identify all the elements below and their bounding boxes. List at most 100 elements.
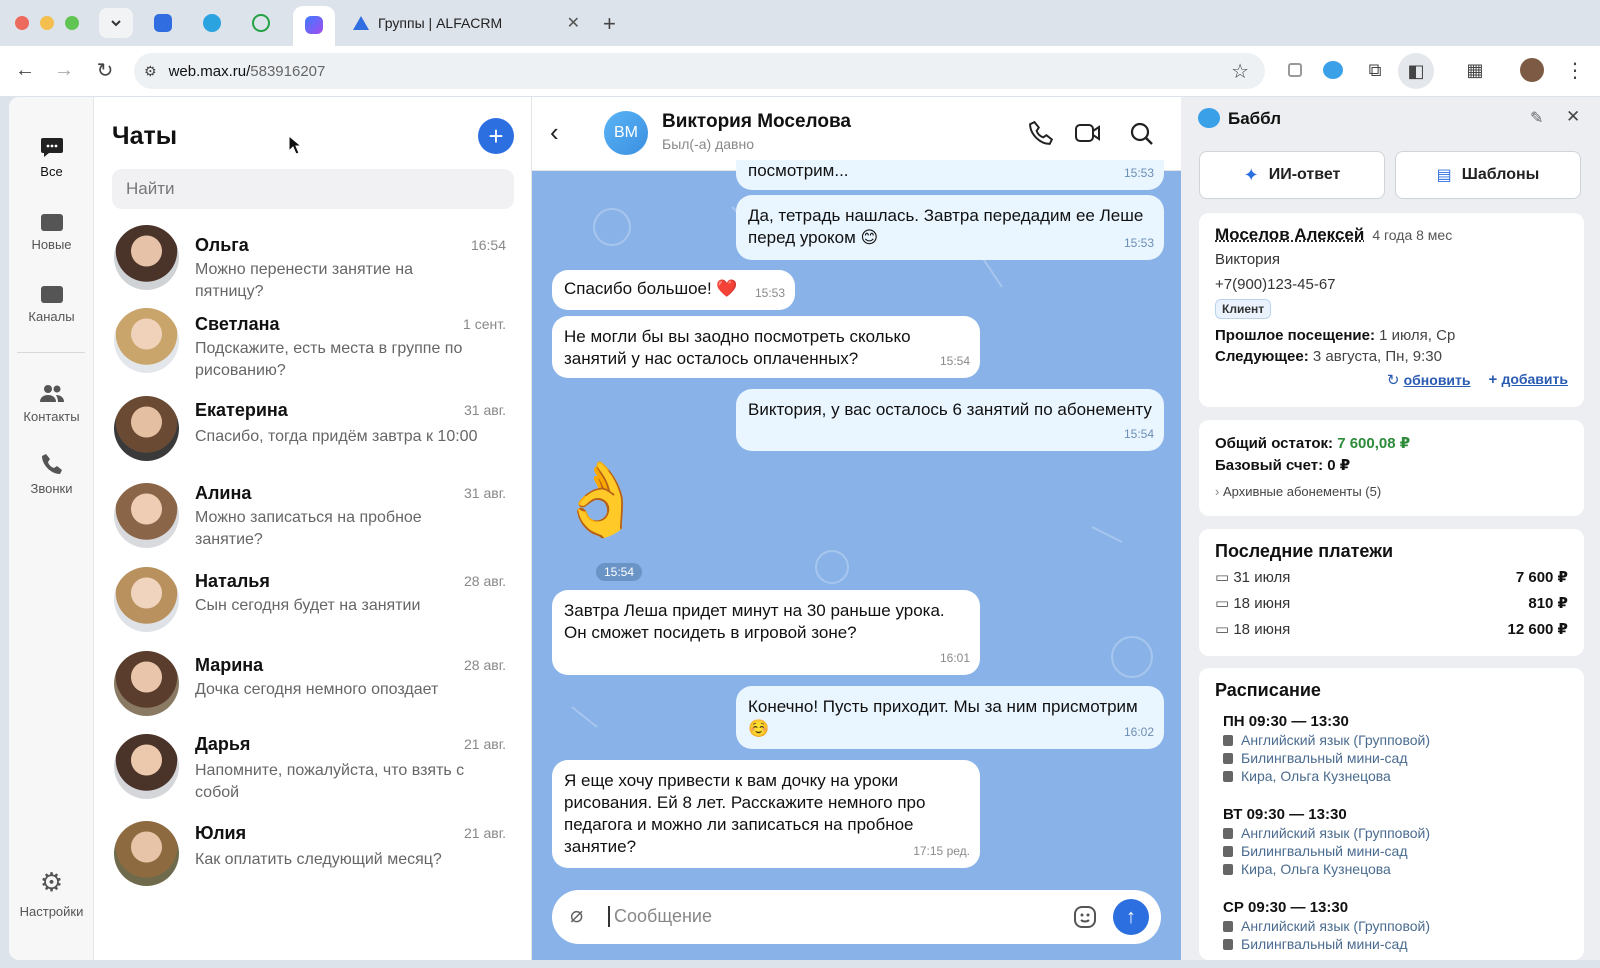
rail-item-calls[interactable]: Звонки xyxy=(9,449,94,496)
bookmark-star-icon[interactable]: ☆ xyxy=(1231,59,1249,84)
payment-date: 18 июня xyxy=(1233,595,1291,612)
chat-item[interactable]: Ольга 16:54 Можно перенести занятие на п… xyxy=(94,219,532,301)
chat-name: Алина xyxy=(195,483,252,503)
tab-pinned-whatsapp[interactable] xyxy=(244,8,278,38)
payments-title: Последние платежи xyxy=(1215,541,1394,561)
reload-icon[interactable]: ↻ xyxy=(90,55,120,85)
rail-item-settings[interactable]: ⚙ Настройки xyxy=(9,867,94,919)
chat-item[interactable]: Наталья 28 авг. Сын сегодня будет на зан… xyxy=(94,567,532,649)
back-arrow-icon[interactable]: ← xyxy=(10,55,40,85)
minimize-window-button[interactable] xyxy=(40,16,54,30)
templates-button[interactable]: ▤ Шаблоны xyxy=(1395,151,1581,199)
client-name[interactable]: Моселов Алексей xyxy=(1215,225,1364,245)
schedule-item[interactable]: ПН 09:30 — 13:30 Английский язык (Группо… xyxy=(1215,713,1568,784)
chat-name: Екатерина xyxy=(195,400,288,420)
message-time: 15:54 xyxy=(939,354,970,368)
message-outgoing[interactable]: посмотрим... 15:53 xyxy=(736,160,1164,190)
chat-item[interactable]: Екатерина 31 авг. Спасибо, тогда придём … xyxy=(94,394,532,476)
chat-name: Марина xyxy=(195,655,264,675)
folder-icon xyxy=(40,214,63,231)
tab-list-button[interactable] xyxy=(99,8,133,38)
archived-label: Архивные абонементы (5) xyxy=(1222,484,1382,499)
add-link[interactable]: + добавить xyxy=(1489,371,1569,389)
rail-item-new[interactable]: Новые xyxy=(9,205,94,252)
tab-alfacrm[interactable]: Группы | ALFACRM ✕ xyxy=(352,8,596,38)
message-incoming[interactable]: Я еще хочу привести к вам дочку на уроки… xyxy=(552,760,980,868)
side-panel-icon[interactable]: ◧ xyxy=(1398,53,1434,89)
chat-item[interactable]: Марина 28 авг. Дочка сегодня немного опо… xyxy=(94,649,532,731)
extension-icon[interactable] xyxy=(1280,55,1310,85)
plus-icon: + xyxy=(1488,371,1502,388)
avatar[interactable]: ВМ xyxy=(604,111,648,155)
search-icon[interactable] xyxy=(1129,121,1155,147)
refresh-link[interactable]: ↻ обновить xyxy=(1387,371,1471,389)
new-tab-button[interactable]: + xyxy=(603,11,616,37)
message-outgoing[interactable]: Да, тетрадь нашлась. Завтра передадим ее… xyxy=(736,195,1164,260)
message-text: Я еще хочу привести к вам дочку на уроки… xyxy=(564,771,926,856)
paperclip-icon[interactable]: ⌀ xyxy=(570,902,583,928)
schedule-item[interactable]: ВТ 09:30 — 13:30 Английский язык (Группо… xyxy=(1215,806,1568,877)
tab-pinned-messages[interactable] xyxy=(146,8,180,38)
ai-reply-button[interactable]: ✦ ИИ-ответ xyxy=(1199,151,1385,199)
client-phone[interactable]: +7(900)123-45-67 xyxy=(1215,276,1568,293)
schedule-teachers: Кира, Ольга Кузнецова xyxy=(1241,861,1391,877)
rail-divider xyxy=(17,352,85,353)
schedule-item[interactable]: СР 09:30 — 13:30 Английский язык (Группо… xyxy=(1215,899,1568,952)
contact-name[interactable]: Виктория Моселова xyxy=(662,111,851,133)
new-chat-button[interactable]: + xyxy=(478,118,514,154)
rail-item-channels[interactable]: Каналы xyxy=(9,277,94,324)
close-window-button[interactable] xyxy=(15,16,29,30)
rail-item-all[interactable]: Все xyxy=(9,132,94,179)
sticker-ok-hand[interactable]: 👌 xyxy=(556,455,646,545)
chat-preview: Сын сегодня будет на занятии xyxy=(195,597,421,614)
close-panel-icon[interactable]: ✕ xyxy=(1566,107,1580,127)
schedule-teachers: Кира, Ольга Кузнецова xyxy=(1241,768,1391,784)
message-input[interactable]: Сообщение xyxy=(608,906,1008,927)
rail-item-contacts[interactable]: Контакты xyxy=(9,377,94,424)
ai-reply-label: ИИ-ответ xyxy=(1268,166,1341,183)
send-button[interactable]: ↑ xyxy=(1113,899,1149,935)
message-incoming[interactable]: Не могли бы вы заодно посмотреть сколько… xyxy=(552,316,980,378)
schedule-title: Расписание xyxy=(1215,680,1321,700)
maximize-window-button[interactable] xyxy=(65,16,79,30)
chat-item[interactable]: Юлия 21 авг. Как оплатить следующий меся… xyxy=(94,819,532,901)
message-outgoing[interactable]: Конечно! Пусть приходит. Мы за ним присм… xyxy=(736,686,1164,749)
tab-title: Группы | ALFACRM xyxy=(378,15,503,31)
chat-preview: Как оплатить следующий месяц? xyxy=(195,851,442,868)
chat-item[interactable]: Дарья 21 авг. Напомните, пожалуйста, что… xyxy=(94,730,532,812)
contact-status: Был(-а) давно xyxy=(662,136,754,152)
phone-call-icon[interactable] xyxy=(1029,121,1053,145)
forward-arrow-icon[interactable]: → xyxy=(49,55,79,85)
chat-search-input[interactable]: Найти xyxy=(112,169,514,209)
babble-extension-icon[interactable] xyxy=(1318,55,1348,85)
message-incoming[interactable]: Завтра Леша придет минут на 30 раньше ур… xyxy=(552,590,980,675)
schedule-subject: Английский язык (Групповой) xyxy=(1241,732,1430,748)
message-incoming[interactable]: Спасибо большое! ❤️ 15:53 xyxy=(552,270,795,310)
chat-item[interactable]: Светлана 1 сент. Подскажите, есть места … xyxy=(94,304,532,386)
tab-active-max[interactable] xyxy=(293,6,335,46)
payments-card: Последние платежи ▭ 31 июля 7 600 ₽ ▭ 18 … xyxy=(1199,529,1584,656)
site-settings-icon[interactable]: ⚙ xyxy=(144,63,157,80)
chat-item[interactable]: Алина 31 авг. Можно записаться на пробно… xyxy=(94,477,532,559)
qr-code-icon[interactable]: ▦ xyxy=(1460,55,1490,85)
sticker-icon[interactable] xyxy=(1073,905,1097,929)
chat-date: 28 авг. xyxy=(464,573,506,589)
archived-subscriptions-toggle[interactable]: › Архивные абонементы (5) xyxy=(1215,484,1568,499)
message-outgoing[interactable]: Виктория, у вас осталось 6 занятий по аб… xyxy=(736,389,1164,451)
status-badge: Клиент xyxy=(1215,299,1272,319)
video-call-icon[interactable] xyxy=(1075,122,1101,144)
close-tab-icon[interactable]: ✕ xyxy=(567,13,580,33)
tab-pinned-telegram[interactable] xyxy=(195,8,229,38)
profile-avatar[interactable] xyxy=(1520,58,1544,82)
chat-date: 1 сент. xyxy=(463,316,506,332)
unpin-icon[interactable]: ✎ xyxy=(1530,108,1543,128)
arrow-up-icon: ↑ xyxy=(1126,905,1136,928)
back-chevron-icon[interactable]: ‹ xyxy=(550,117,559,148)
group-icon xyxy=(1223,752,1233,764)
avatar xyxy=(114,396,179,461)
message-text: посмотрим... xyxy=(748,161,849,180)
puzzle-extensions-icon[interactable]: ⧉ xyxy=(1360,55,1390,85)
address-bar[interactable]: ⚙ web.max.ru/583916207 ☆ xyxy=(134,53,1265,89)
payment-row: ▭ 18 июня 810 ₽ xyxy=(1215,594,1568,612)
menu-dots-icon[interactable]: ⋮ xyxy=(1560,55,1590,85)
